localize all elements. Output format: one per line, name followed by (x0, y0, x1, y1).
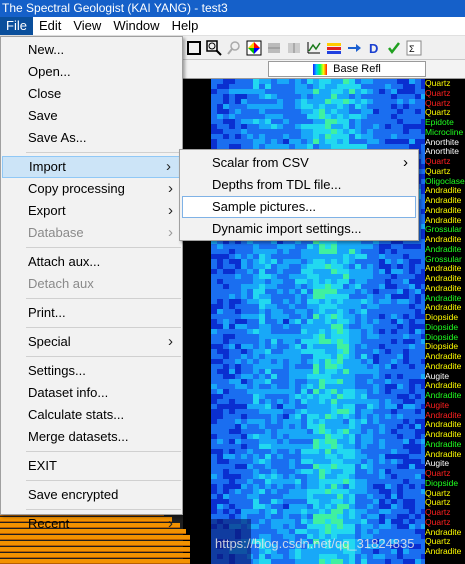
menu-item-label: Settings... (28, 363, 86, 378)
menu-separator (26, 152, 181, 153)
select-box-icon[interactable] (185, 39, 203, 57)
color-bars-icon[interactable] (325, 39, 343, 57)
menu-item-label: Save encrypted (28, 487, 119, 502)
histogram-bar (0, 535, 190, 540)
import-submenu-scalar-from-csv[interactable]: Scalar from CSV › (180, 152, 418, 174)
file-menu-dataset-info[interactable]: Dataset info... (1, 382, 182, 404)
menu-item-label: Dataset info... (28, 385, 109, 400)
color-wheel-icon[interactable] (245, 39, 263, 57)
menu-item-label: Detach aux (28, 276, 94, 291)
menu-separator (26, 327, 181, 328)
window-title: The Spectral Geologist (KAI YANG) - test… (0, 0, 465, 17)
menu-view[interactable]: View (67, 17, 107, 35)
histogram-bar (0, 553, 190, 558)
menu-item-label: Close (28, 86, 62, 101)
submenu-arrow-icon: › (168, 180, 173, 197)
check-icon[interactable] (385, 39, 403, 57)
import-submenu: Scalar from CSV › Depths from TDL file... S… (179, 149, 419, 241)
file-menu-dropdown: New... Open... Close Save Save As... Import › C… (0, 36, 183, 532)
table-icon[interactable] (285, 39, 303, 57)
menu-item-label: Calculate stats... (28, 407, 125, 422)
menu-edit[interactable]: Edit (33, 17, 67, 35)
menu-file[interactable]: File (0, 17, 33, 35)
submenu-arrow-icon: › (168, 202, 173, 219)
menu-item-label: EXIT (28, 458, 57, 473)
menu-separator (26, 480, 181, 481)
histogram-bar (0, 541, 190, 546)
grid-icon[interactable] (265, 39, 283, 57)
import-submenu-dynamic-import-settings[interactable]: Dynamic import settings... (180, 218, 418, 240)
menu-separator (26, 451, 181, 452)
menu-item-label: Save (28, 108, 58, 123)
menu-item-label: Attach aux... (28, 254, 101, 269)
magnifier-icon[interactable] (225, 39, 243, 57)
menu-separator (26, 356, 181, 357)
mineral-label: Andradite (425, 546, 462, 556)
file-menu-attach-aux[interactable]: Attach aux... (1, 251, 182, 273)
toolbar: D Σ (183, 36, 465, 60)
menu-item-label: Copy processing (28, 181, 125, 196)
import-submenu-sample-pictures[interactable]: Sample pictures... (182, 196, 416, 218)
file-menu-save-as[interactable]: Save As... (1, 127, 182, 149)
histogram-bar (0, 547, 190, 552)
menu-window[interactable]: Window (107, 17, 165, 35)
submenu-arrow-icon: › (403, 154, 408, 171)
file-menu-recent[interactable]: Recent › (1, 513, 182, 535)
menu-item-label: Import (29, 159, 66, 174)
file-menu-calculate-stats[interactable]: Calculate stats... (1, 404, 182, 426)
submenu-arrow-icon: › (168, 515, 173, 532)
file-menu-print[interactable]: Print... (1, 302, 182, 324)
svg-text:Σ: Σ (409, 44, 415, 54)
file-menu-detach-aux: Detach aux (1, 273, 182, 295)
file-menu-special[interactable]: Special › (1, 331, 182, 353)
menu-item-label: Special (28, 334, 71, 349)
submenu-arrow-icon: › (166, 158, 171, 175)
menu-item-label: Database (28, 225, 84, 240)
menu-item-label: Export (28, 203, 66, 218)
submenu-arrow-icon: › (168, 224, 173, 241)
menu-item-label: Scalar from CSV (212, 155, 309, 170)
column-header-label: Base Refl (333, 63, 381, 75)
column-header-base-refl[interactable]: Base Refl (268, 61, 426, 77)
menu-separator (26, 247, 181, 248)
menu-bar: File Edit View Window Help (0, 17, 465, 36)
chart-icon[interactable] (305, 39, 323, 57)
file-menu-settings[interactable]: Settings... (1, 360, 182, 382)
menu-item-label: Dynamic import settings... (212, 221, 362, 236)
file-menu-close[interactable]: Close (1, 83, 182, 105)
file-menu-save-encrypted[interactable]: Save encrypted (1, 484, 182, 506)
d-icon[interactable]: D (365, 39, 383, 57)
color-ramp-icon (313, 63, 328, 75)
mineral-list: Quartz Quartz Quartz Quartz Epidote Microclin… (425, 79, 465, 564)
submenu-arrow-icon: › (168, 333, 173, 350)
file-menu-import[interactable]: Import › (2, 156, 181, 178)
file-menu-new[interactable]: New... (1, 39, 182, 61)
histogram-bar (0, 559, 190, 564)
file-menu-exit[interactable]: EXIT (1, 455, 182, 477)
file-menu-open[interactable]: Open... (1, 61, 182, 83)
svg-text:D: D (369, 41, 378, 56)
menu-item-label: Print... (28, 305, 66, 320)
menu-item-label: New... (28, 42, 65, 57)
menu-separator (26, 509, 181, 510)
watermark: https://blog.csdn.net/qq_31824835 (215, 536, 415, 551)
file-menu-copy-processing[interactable]: Copy processing › (1, 178, 182, 200)
scalar-icon[interactable]: Σ (405, 39, 423, 57)
import-submenu-depths-from-tdl-file[interactable]: Depths from TDL file... (180, 174, 418, 196)
menu-help[interactable]: Help (166, 17, 205, 35)
arrow-right-icon[interactable] (345, 39, 363, 57)
file-menu-export[interactable]: Export › (1, 200, 182, 222)
file-menu-save[interactable]: Save (1, 105, 182, 127)
menu-item-label: Open... (28, 64, 71, 79)
menu-item-label: Recent (28, 516, 70, 531)
menu-item-label: Sample pictures... (212, 199, 317, 214)
file-menu-merge-datasets[interactable]: Merge datasets... (1, 426, 182, 448)
column-header-bar: Base Refl (183, 60, 465, 79)
zoom-icon[interactable] (205, 39, 223, 57)
menu-item-label: Save As... (28, 130, 87, 145)
file-menu-database: Database › (1, 222, 182, 244)
menu-separator (26, 298, 181, 299)
menu-item-label: Merge datasets... (28, 429, 129, 444)
menu-item-label: Depths from TDL file... (212, 177, 342, 192)
